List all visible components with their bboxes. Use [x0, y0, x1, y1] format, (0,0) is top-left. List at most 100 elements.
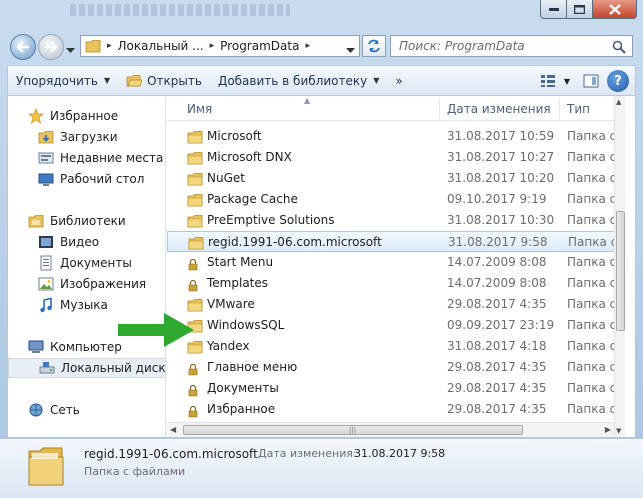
nav-documents[interactable]: Документы: [8, 253, 165, 273]
vertical-scroll-thumb[interactable]: [616, 211, 625, 331]
nav-desktop[interactable]: Рабочий стол: [8, 169, 165, 189]
file-date: 09.10.2017 9:19: [447, 192, 547, 206]
address-dropdown[interactable]: [346, 43, 355, 56]
file-row[interactable]: regid.1991-06.com.microsoft 31.08.2017 9:…: [167, 231, 625, 252]
minimize-button[interactable]: [540, 0, 567, 19]
file-date: 31.08.2017 10:59: [447, 129, 555, 143]
file-name: Microsoft DNX: [207, 150, 292, 164]
view-list-icon: [540, 75, 555, 87]
breadcrumb-local-disk[interactable]: Локальный ...: [118, 39, 204, 53]
toolbar-right: ▼ ?: [535, 69, 629, 93]
nav-desktop-label: Рабочий стол: [60, 172, 145, 186]
vertical-scrollbar[interactable]: ▲ ▼: [614, 96, 625, 437]
scroll-right-icon[interactable]: ▶: [605, 425, 611, 434]
recent-pages-dropdown[interactable]: [66, 43, 75, 57]
help-button[interactable]: ?: [607, 70, 629, 92]
nav-video-label: Видео: [60, 235, 100, 249]
file-row[interactable]: WindowsSQL 09.09.2017 23:19 Папка с ф: [167, 315, 625, 336]
file-name: Package Cache: [207, 192, 298, 206]
file-name: WindowsSQL: [207, 318, 285, 332]
navigation-pane[interactable]: Избранное Загрузки Недавние места Рабочи…: [8, 96, 166, 437]
file-date: 09.09.2017 23:19: [447, 318, 555, 332]
folder-icon: [187, 150, 203, 169]
file-date: 14.07.2009 8:08: [447, 255, 547, 269]
horizontal-scrollbar[interactable]: ◀ ||| ▶: [167, 422, 614, 437]
nav-pictures[interactable]: Изображения: [8, 274, 165, 294]
breadcrumb-programdata[interactable]: ProgramData: [220, 39, 299, 53]
open-button[interactable]: Открыть: [118, 69, 210, 93]
file-list[interactable]: ▲ Имя Дата изменения Тип Microsoft 31.08.…: [167, 96, 625, 437]
folder-icon: [187, 129, 203, 148]
change-view-button[interactable]: ▼: [535, 69, 575, 93]
folder-icon: [187, 171, 203, 190]
scroll-grip-icon: |||: [349, 426, 357, 434]
file-row[interactable]: Start Menu 14.07.2009 8:08 Папка с ф: [167, 252, 625, 273]
nav-recent-places-label: Недавние места: [60, 151, 164, 165]
locked-folder-icon: [187, 255, 203, 274]
column-divider[interactable]: [439, 98, 440, 119]
back-button[interactable]: [10, 34, 36, 60]
nav-libraries[interactable]: Библиотеки: [8, 211, 165, 231]
file-row[interactable]: Microsoft DNX 31.08.2017 10:27 Папка с ф: [167, 147, 625, 168]
details-pane: regid.1991-06.com.microsoft Дата изменен…: [0, 438, 643, 498]
add-to-library-button[interactable]: Добавить в библиотеку ▼: [210, 69, 387, 93]
file-row[interactable]: NuGet 31.08.2017 10:20 Папка с ф: [167, 168, 625, 189]
scroll-up-icon[interactable]: ▲: [616, 98, 621, 106]
file-row[interactable]: Yandex 31.08.2017 4:18 Папка с ф: [167, 336, 625, 357]
file-name: Templates: [207, 276, 269, 290]
file-row[interactable]: Package Cache 09.10.2017 9:19 Папка с ф: [167, 189, 625, 210]
scroll-down-icon[interactable]: ▼: [616, 427, 621, 435]
close-button[interactable]: [593, 0, 637, 19]
navigation-bar: ▸ Локальный ... ▸ ProgramData ▸: [0, 29, 643, 63]
open-label: Открыть: [147, 73, 202, 88]
chevron-down-icon: ▼: [103, 76, 111, 85]
nav-favorites[interactable]: Избранное: [8, 106, 165, 126]
help-icon: ?: [614, 73, 622, 89]
details-item-type: Папка с файлами: [84, 465, 186, 478]
forward-arrow-icon: [45, 41, 58, 53]
more-commands-button[interactable]: »: [387, 69, 410, 93]
preview-pane-button[interactable]: [579, 69, 603, 93]
title-bar[interactable]: [0, 0, 643, 26]
video-library-icon: [38, 234, 54, 250]
file-row[interactable]: Избранное 29.08.2017 4:35 Папка с ф: [167, 399, 625, 420]
column-divider[interactable]: [559, 98, 560, 119]
locked-folder-icon: [187, 276, 203, 295]
file-date: 31.08.2017 10:27: [447, 150, 555, 164]
horizontal-scroll-thumb[interactable]: |||: [183, 425, 523, 435]
nav-favorites-label: Избранное: [50, 109, 119, 123]
refresh-button[interactable]: [362, 35, 386, 57]
nav-network[interactable]: Сеть: [8, 400, 165, 420]
nav-local-disk[interactable]: Локальный диск (C: [8, 358, 165, 378]
maximize-button[interactable]: [567, 0, 593, 19]
file-row[interactable]: PreEmptive Solutions 31.08.2017 10:30 Папк…: [167, 210, 625, 231]
file-row[interactable]: Templates 14.07.2009 8:08 Папка с ф: [167, 273, 625, 294]
search-box[interactable]: [390, 35, 633, 57]
nav-network-label: Сеть: [50, 403, 80, 417]
organize-button[interactable]: Упорядочить ▼: [8, 69, 118, 93]
column-date-header[interactable]: Дата изменения: [447, 102, 551, 116]
column-name-header[interactable]: Имя: [187, 102, 212, 116]
address-bar[interactable]: ▸ Локальный ... ▸ ProgramData ▸: [80, 35, 360, 57]
search-input[interactable]: [399, 39, 599, 53]
nav-recent-places[interactable]: Недавние места: [8, 148, 165, 168]
column-headers: ▲ Имя Дата изменения Тип: [167, 96, 625, 121]
file-row[interactable]: VMware 29.08.2017 4:35 Папка с ф: [167, 294, 625, 315]
nav-downloads[interactable]: Загрузки: [8, 127, 165, 147]
file-row[interactable]: Microsoft 31.08.2017 10:59 Папка с ф: [167, 126, 625, 147]
title-bar-background-text: [70, 4, 290, 16]
nav-music-label: Музыка: [60, 298, 108, 312]
chevron-down-icon: ▼: [563, 76, 571, 86]
documents-library-icon: [38, 255, 54, 271]
pictures-library-icon: [38, 276, 54, 292]
forward-button[interactable]: [38, 34, 64, 60]
nav-video[interactable]: Видео: [8, 232, 165, 252]
nav-libraries-label: Библиотеки: [50, 214, 126, 228]
column-type-header[interactable]: Тип: [567, 102, 590, 116]
desktop-icon: [38, 171, 54, 187]
scroll-left-icon[interactable]: ◀: [170, 425, 176, 434]
file-row[interactable]: Документы 29.08.2017 4:35 Папка с ф: [167, 378, 625, 399]
file-row[interactable]: Главное меню 29.08.2017 4:35 Папка с ф: [167, 357, 625, 378]
file-name: VMware: [207, 297, 255, 311]
file-name: NuGet: [207, 171, 245, 185]
